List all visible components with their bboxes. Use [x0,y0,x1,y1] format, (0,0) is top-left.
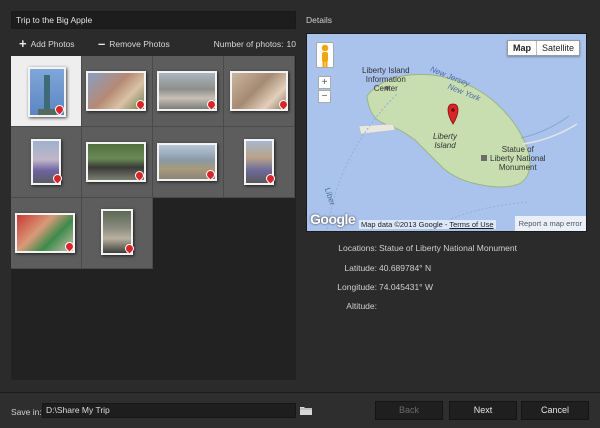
latitude-label: Latitude: [344,263,377,273]
location-pin-icon [266,174,273,183]
footer-bar: Save in: D:\Share My Trip Back Next Canc… [0,392,600,428]
zoom-out-button[interactable]: − [318,90,331,103]
map-label-liberty-island: Liberty Island [433,132,458,150]
photo-grid-panel [11,56,296,380]
locations-value: Statue of Liberty National Monument [379,243,517,253]
altitude-label: Altitude: [346,301,377,311]
location-pin-icon [125,244,132,253]
next-button[interactable]: Next [449,401,517,420]
add-photos-label: Add Photos [30,39,75,49]
latitude-value: 40.689784° N [379,263,432,273]
map-type-map-button[interactable]: Map [508,41,537,55]
location-pin-icon [206,170,213,179]
photo-cell-9[interactable] [11,198,82,269]
details-heading: Details [306,15,332,25]
photo-grid [11,56,295,269]
photo-count: Number of photos: 10 [214,39,296,49]
photo-cell-4[interactable] [224,56,295,127]
locations-row: Locations: Statue of Liberty National Mo… [306,243,587,255]
map-label-info-center: Liberty Island Information Center [362,66,410,93]
longitude-row: Longitude: 74.045431° W [306,282,587,294]
google-logo: Google [310,211,356,227]
altitude-row: Altitude: [306,301,587,313]
latitude-row: Latitude: 40.689784° N [306,263,587,275]
report-map-error-link[interactable]: Report a map error [514,216,586,231]
terms-of-use-link[interactable]: Terms of Use [449,220,493,229]
locations-label: Locations: [338,243,377,253]
longitude-value: 74.045431° W [379,282,433,292]
location-pin-icon [279,100,286,109]
folder-icon[interactable] [300,405,312,415]
map-copyright-text: Map data ©2013 Google - [361,220,448,229]
location-pin-icon [55,105,62,114]
zoom-in-button[interactable]: + [318,76,331,89]
photo-count-value: 10 [286,39,296,49]
longitude-label: Longitude: [337,282,377,292]
remove-photos-button[interactable]: – Remove Photos [98,37,170,51]
photo-count-label: Number of photos: [213,39,284,49]
album-title-field[interactable]: Trip to the Big Apple [11,11,296,29]
save-path-field[interactable]: D:\Share My Trip [42,403,296,418]
map-label-monument: Statue of Liberty National Monument [490,145,546,172]
location-pin-icon [136,100,143,109]
photo-cell-1[interactable] [11,56,82,127]
minus-icon: – [98,36,106,51]
photo-cell-7[interactable] [153,127,224,198]
back-button[interactable]: Back [375,401,443,420]
map-type-satellite-button[interactable]: Satellite [537,41,579,55]
map-type-control: Map Satellite [506,40,580,56]
add-photos-button[interactable]: + Add Photos [19,37,75,51]
photo-cell-2[interactable] [82,56,153,127]
location-map[interactable]: + − Map Satellite Liberty Island Informa… [306,33,587,232]
street-view-pegman-icon[interactable] [316,42,334,68]
photo-cell-5[interactable] [11,127,82,198]
location-pin-icon [53,174,60,183]
map-copyright: Map data ©2013 Google - Terms of Use [359,220,496,229]
location-pin-icon [65,242,72,251]
plus-icon: + [19,36,27,51]
location-pin-icon [135,171,142,180]
photo-cell-8[interactable] [224,127,295,198]
photo-toolbar: + Add Photos – Remove Photos Number of p… [11,37,296,51]
photo-cell-6[interactable] [82,127,153,198]
cancel-button[interactable]: Cancel [521,401,589,420]
remove-photos-label: Remove Photos [109,39,170,49]
save-in-label: Save in: [11,407,42,417]
photo-cell-3[interactable] [153,56,224,127]
location-pin-icon [207,100,214,109]
photo-cell-10[interactable] [82,198,153,269]
